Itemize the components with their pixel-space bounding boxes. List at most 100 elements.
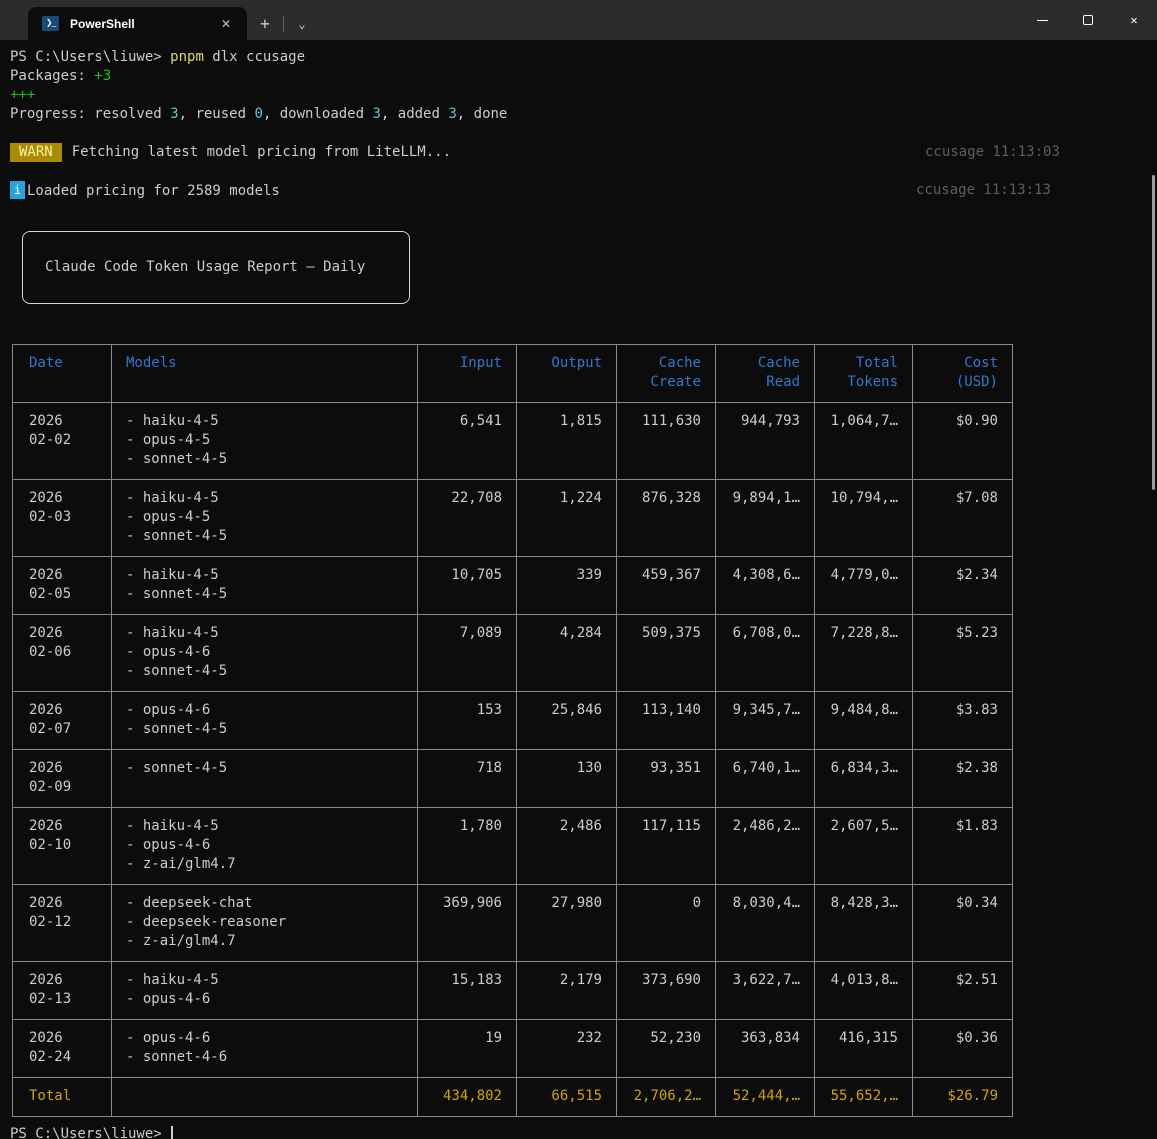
- date-cell: 202602-02: [13, 403, 112, 480]
- powershell-icon: ❯_: [42, 16, 59, 31]
- output-cell: 25,846: [517, 692, 617, 750]
- minimize-icon: [1037, 20, 1048, 21]
- output-cell: 130: [517, 750, 617, 808]
- output-cell: 2,486: [517, 808, 617, 885]
- output-cell: 232: [517, 1020, 617, 1078]
- models-cell: - deepseek-chat- deepseek-reasoner- z-ai…: [112, 885, 418, 962]
- info-line: iLoaded pricing for 2589 modelsccusage 1…: [10, 181, 1157, 201]
- new-tab-button[interactable]: +: [247, 7, 283, 40]
- tab-close-icon[interactable]: ✕: [217, 15, 235, 33]
- cache-read-cell: 6,708,0…: [716, 615, 815, 692]
- total-cost: $26.79: [913, 1078, 1013, 1117]
- cost-cell: $0.90: [913, 403, 1013, 480]
- close-button[interactable]: ✕: [1111, 0, 1157, 40]
- models-cell: - haiku-4-5- sonnet-4-5: [112, 557, 418, 615]
- prompt-text: PS C:\Users\liuwe>: [10, 49, 170, 65]
- cache-create-cell: 117,115: [617, 808, 716, 885]
- total-tokens-cell: 9,484,8…: [815, 692, 913, 750]
- total-row: Total 434,802 66,515 2,706,2… 52,444,… 5…: [13, 1078, 1013, 1117]
- input-cell: 7,089: [418, 615, 517, 692]
- packages-line: Packages: +3: [10, 67, 1157, 86]
- window-controls: ✕: [1019, 0, 1157, 40]
- text-cursor: [171, 1126, 173, 1139]
- plus-icon: +: [260, 14, 270, 33]
- tab-title: PowerShell: [70, 17, 217, 31]
- total-input: 434,802: [418, 1078, 517, 1117]
- cost-cell: $2.34: [913, 557, 1013, 615]
- cost-cell: $0.34: [913, 885, 1013, 962]
- date-cell: 202602-13: [13, 962, 112, 1020]
- cost-cell: $0.36: [913, 1020, 1013, 1078]
- input-cell: 718: [418, 750, 517, 808]
- date-cell: 202602-10: [13, 808, 112, 885]
- minimize-button[interactable]: [1019, 0, 1065, 40]
- blank-line: [10, 124, 1157, 143]
- date-cell: 202602-24: [13, 1020, 112, 1078]
- models-cell: - haiku-4-5- opus-4-6- z-ai/glm4.7: [112, 808, 418, 885]
- cache-create-cell: 52,230: [617, 1020, 716, 1078]
- table-row: 202602-09 - sonnet-4-5 718 130 93,351 6,…: [13, 750, 1013, 808]
- date-cell: 202602-05: [13, 557, 112, 615]
- cache-read-cell: 2,486,2…: [716, 808, 815, 885]
- info-source-timestamp: ccusage 11:13:13: [916, 181, 1051, 200]
- cache-read-cell: 9,345,7…: [716, 692, 815, 750]
- table-row: 202602-24 - opus-4-6- sonnet-4-6 19 232 …: [13, 1020, 1013, 1078]
- column-header-input: Input: [418, 345, 517, 403]
- table-row: 202602-07 - opus-4-6- sonnet-4-5 153 25,…: [13, 692, 1013, 750]
- input-cell: 10,705: [418, 557, 517, 615]
- table-row: 202602-02 - haiku-4-5- opus-4-5- sonnet-…: [13, 403, 1013, 480]
- blank-line: [10, 162, 1157, 181]
- cache-create-cell: 93,351: [617, 750, 716, 808]
- output-cell: 27,980: [517, 885, 617, 962]
- table-header-row: Date Models Input Output CacheCreate Cac…: [13, 345, 1013, 403]
- total-tokens-cell: 4,013,8…: [815, 962, 913, 1020]
- total-total-tokens: 55,652,…: [815, 1078, 913, 1117]
- info-badge: i: [10, 181, 25, 199]
- scrollbar[interactable]: [1152, 175, 1155, 490]
- table-row: 202602-05 - haiku-4-5- sonnet-4-5 10,705…: [13, 557, 1013, 615]
- date-cell: 202602-06: [13, 615, 112, 692]
- footer-prompt-line[interactable]: PS C:\Users\liuwe>: [10, 1125, 1157, 1139]
- date-cell: 202602-12: [13, 885, 112, 962]
- cache-create-cell: 876,328: [617, 480, 716, 557]
- input-cell: 1,780: [418, 808, 517, 885]
- output-cell: 1,815: [517, 403, 617, 480]
- report-title-box: Claude Code Token Usage Report — Daily: [22, 231, 410, 304]
- input-cell: 6,541: [418, 403, 517, 480]
- total-output: 66,515: [517, 1078, 617, 1117]
- cache-read-cell: 3,622,7…: [716, 962, 815, 1020]
- tab-dropdown-button[interactable]: ⌄: [284, 7, 320, 40]
- column-header-cache-read: CacheRead: [716, 345, 815, 403]
- prompt-text: PS C:\Users\liuwe>: [10, 1126, 170, 1139]
- close-icon: ✕: [1130, 13, 1137, 27]
- command-text: pnpm: [170, 49, 204, 65]
- cache-create-cell: 113,140: [617, 692, 716, 750]
- table-row: 202602-12 - deepseek-chat- deepseek-reas…: [13, 885, 1013, 962]
- terminal-content[interactable]: PS C:\Users\liuwe> pnpm dlx ccusage Pack…: [0, 40, 1157, 1139]
- total-tokens-cell: 1,064,7…: [815, 403, 913, 480]
- table-row: 202602-10 - haiku-4-5- opus-4-6- z-ai/gl…: [13, 808, 1013, 885]
- date-cell: 202602-09: [13, 750, 112, 808]
- command-line: PS C:\Users\liuwe> pnpm dlx ccusage: [10, 48, 1157, 67]
- maximize-icon: [1083, 15, 1093, 25]
- models-cell: - sonnet-4-5: [112, 750, 418, 808]
- cost-cell: $5.23: [913, 615, 1013, 692]
- tab-powershell[interactable]: ❯_ PowerShell✕: [28, 7, 247, 40]
- maximize-button[interactable]: [1065, 0, 1111, 40]
- cache-read-cell: 4,308,6…: [716, 557, 815, 615]
- output-cell: 4,284: [517, 615, 617, 692]
- total-models-cell: [112, 1078, 418, 1117]
- window-titlebar: ❯_PowerShell✕ + ⌄ ✕: [0, 0, 1157, 40]
- total-tokens-cell: 416,315: [815, 1020, 913, 1078]
- column-header-cost: Cost(USD): [913, 345, 1013, 403]
- date-cell: 202602-03: [13, 480, 112, 557]
- plus-line: +++: [10, 86, 1157, 105]
- models-cell: - haiku-4-5- opus-4-5- sonnet-4-5: [112, 403, 418, 480]
- input-cell: 15,183: [418, 962, 517, 1020]
- models-cell: - haiku-4-5- opus-4-5- sonnet-4-5: [112, 480, 418, 557]
- cache-create-cell: 459,367: [617, 557, 716, 615]
- date-cell: 202602-07: [13, 692, 112, 750]
- models-cell: - opus-4-6- sonnet-4-5: [112, 692, 418, 750]
- column-header-models: Models: [112, 345, 418, 403]
- cost-cell: $2.51: [913, 962, 1013, 1020]
